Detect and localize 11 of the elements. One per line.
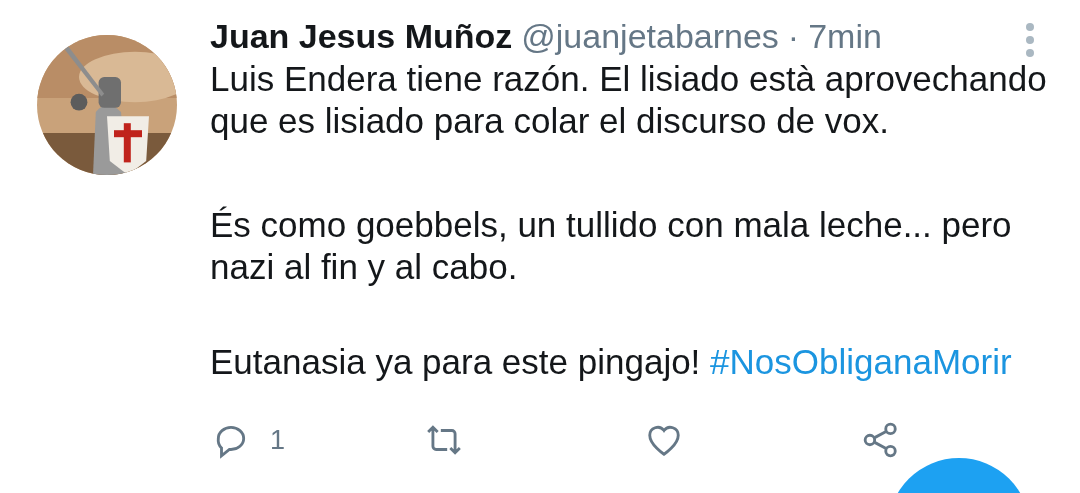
share-button[interactable] [862, 421, 900, 459]
hashtag-link[interactable]: #NosObliganaMorir [710, 342, 1012, 381]
author-handle[interactable]: @juanjetabarnes [521, 16, 779, 56]
tweet-text: Eutanasia ya para este pingajo! #NosObliganaMorir [210, 341, 1013, 383]
tweet-text: És como goebbels, un tullido con mala leche... pero nazi al fin y al cabo. [210, 204, 1013, 288]
separator-dot: · [787, 16, 800, 56]
tweet-time: 7min [808, 16, 882, 56]
reply-button[interactable]: 1 [212, 421, 286, 459]
share-icon [862, 421, 900, 459]
author-name[interactable]: Juan Jesus Muñoz [210, 16, 513, 56]
tweet-text: Luis Endera tiene razón. El lisiado està aprovechando que es lisiado para colar el discurso de vox. [210, 58, 1048, 142]
